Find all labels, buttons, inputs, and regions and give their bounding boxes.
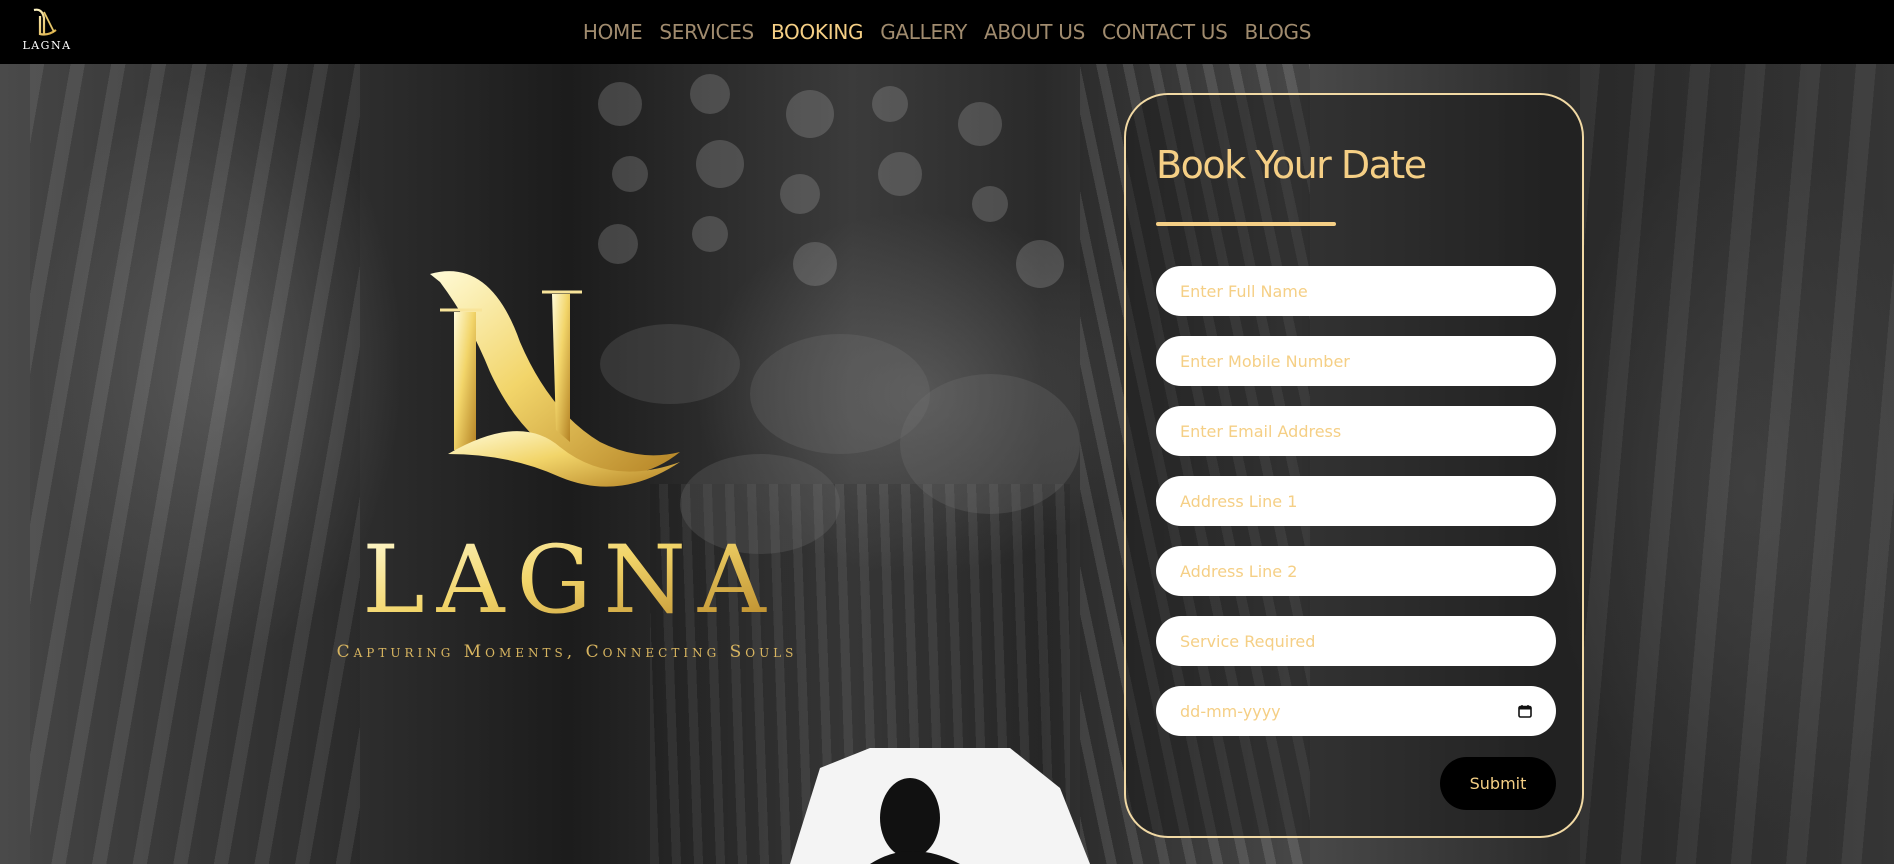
booking-title: Book Your Date	[1156, 143, 1427, 187]
nav-services[interactable]: SERVICES	[659, 20, 754, 44]
nav-about-us[interactable]: ABOUT US	[984, 20, 1085, 44]
nav-home[interactable]: HOME	[583, 20, 643, 44]
lagna-hero-logo: LAGNA	[362, 271, 778, 622]
site-header: LAGNA HOME SERVICES BOOKING GALLERY ABOU…	[0, 0, 1894, 64]
address-line-1-input[interactable]	[1156, 476, 1556, 526]
date-input[interactable]: dd-mm-yyyy	[1156, 686, 1556, 736]
main-nav: HOME SERVICES BOOKING GALLERY ABOUT US C…	[0, 0, 1894, 64]
hero-background	[0, 64, 1894, 864]
submit-button[interactable]: Submit	[1440, 757, 1556, 810]
curtain-left	[30, 64, 360, 864]
lagna-wordmark: LAGNA	[362, 526, 778, 622]
couple-silhouette	[790, 748, 1090, 864]
title-underline	[1156, 222, 1336, 226]
service-required-input[interactable]	[1156, 616, 1556, 666]
nav-contact-us[interactable]: CONTACT US	[1102, 20, 1228, 44]
address-line-2-input[interactable]	[1156, 546, 1556, 596]
curtain-right	[1580, 64, 1894, 864]
nav-blogs[interactable]: BLOGS	[1245, 20, 1312, 44]
email-input[interactable]	[1156, 406, 1556, 456]
full-name-input[interactable]	[1156, 266, 1556, 316]
calendar-icon[interactable]	[1518, 704, 1532, 718]
nav-booking[interactable]: BOOKING	[771, 20, 864, 44]
booking-form: Book Your Date dd-mm-yyyy Submit	[1124, 93, 1584, 838]
nav-gallery[interactable]: GALLERY	[880, 20, 967, 44]
date-placeholder: dd-mm-yyyy	[1180, 701, 1281, 721]
hero-tagline: Capturing Moments, Connecting Souls	[336, 642, 798, 662]
mobile-number-input[interactable]	[1156, 336, 1556, 386]
